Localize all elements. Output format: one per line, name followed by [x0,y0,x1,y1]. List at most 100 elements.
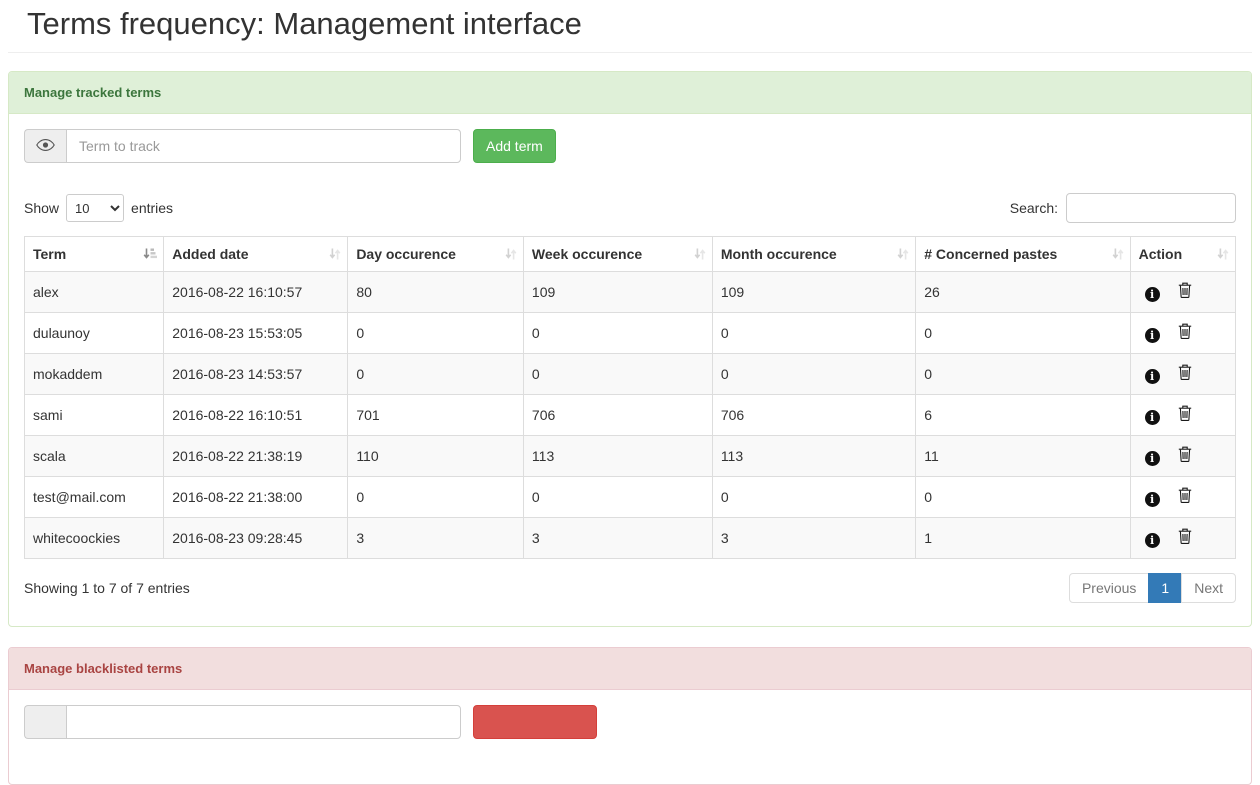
cell-added-date: 2016-08-23 15:53:05 [164,313,348,354]
tracked-terms-panel-body: Add term Show 10 entries Search: Term Add… [9,114,1251,626]
table-row: scala2016-08-22 21:38:1911011311311i [25,436,1236,477]
cell-term: mokaddem [25,354,164,395]
trash-icon [1178,326,1192,342]
delete-term-button[interactable] [1178,364,1192,380]
tracked-terms-panel-header: Manage tracked terms [9,72,1251,114]
show-term-info-button[interactable]: i [1145,369,1160,384]
pagination-previous[interactable]: Previous [1069,573,1149,603]
info-circle-icon: i [1145,451,1160,466]
show-term-info-button[interactable]: i [1145,492,1160,507]
delete-term-button[interactable] [1178,405,1192,421]
cell-term: dulaunoy [25,313,164,354]
cell-day-occurence: 80 [348,272,524,313]
info-circle-icon: i [1145,492,1160,507]
cell-day-occurence: 0 [348,477,524,518]
delete-term-button[interactable] [1178,487,1192,503]
pagination: Previous 1 Next [1069,573,1236,603]
trash-icon [1178,408,1192,424]
cell-month-occurence: 0 [712,313,915,354]
table-row: mokaddem2016-08-23 14:53:570000i [25,354,1236,395]
pagination-page-1[interactable]: 1 [1149,573,1182,603]
table-row: dulaunoy2016-08-23 15:53:050000i [25,313,1236,354]
delete-term-button[interactable] [1178,528,1192,544]
cell-concerned-pastes: 11 [916,436,1130,477]
column-header-label: Term [33,246,66,262]
column-header-week-occurence[interactable]: Week occurence [523,237,712,272]
cell-added-date: 2016-08-22 21:38:00 [164,477,348,518]
cell-actions: i [1130,272,1235,313]
entries-per-page-select[interactable]: 10 [66,194,124,222]
table-row: sami2016-08-22 16:10:517017067066i [25,395,1236,436]
cell-day-occurence: 3 [348,518,524,559]
cell-added-date: 2016-08-23 09:28:45 [164,518,348,559]
cell-day-occurence: 701 [348,395,524,436]
column-header-label: Week occurence [532,246,642,262]
cell-day-occurence: 110 [348,436,524,477]
cell-day-occurence: 0 [348,354,524,395]
pagination-next[interactable]: Next [1182,573,1236,603]
cell-term: test@mail.com [25,477,164,518]
blacklist-addon [24,705,66,739]
show-term-info-button[interactable]: i [1145,287,1160,302]
trash-icon [1178,367,1192,383]
cell-month-occurence: 109 [712,272,915,313]
cell-added-date: 2016-08-22 16:10:57 [164,272,348,313]
sort-both-icon [329,248,341,261]
show-term-info-button[interactable]: i [1145,533,1160,548]
column-header-label: Month occurence [721,246,837,262]
sort-both-icon [897,248,909,261]
cell-term: sami [25,395,164,436]
column-header-day-occurence[interactable]: Day occurence [348,237,524,272]
blacklist-term-button[interactable] [473,705,597,739]
table-row: whitecoockies2016-08-23 09:28:453331i [25,518,1236,559]
page-title: Terms frequency: Management interface [8,0,1252,52]
show-term-info-button[interactable]: i [1145,451,1160,466]
entries-length-control: Show 10 entries [24,194,173,222]
delete-term-button[interactable] [1178,323,1192,339]
term-to-track-input[interactable] [66,129,461,163]
cell-actions: i [1130,436,1235,477]
blacklist-term-form [24,705,1236,739]
cell-concerned-pastes: 0 [916,354,1130,395]
cell-week-occurence: 0 [523,313,712,354]
cell-week-occurence: 0 [523,354,712,395]
term-to-blacklist-input[interactable] [66,705,461,739]
show-label: Show [24,200,59,216]
column-header-month-occurence[interactable]: Month occurence [712,237,915,272]
info-circle-icon: i [1145,328,1160,343]
column-header-concerned-pastes[interactable]: # Concerned pastes [916,237,1130,272]
sort-both-icon [505,248,517,261]
blacklist-input-group [24,705,461,739]
delete-term-button[interactable] [1178,446,1192,462]
cell-actions: i [1130,313,1235,354]
cell-added-date: 2016-08-22 16:10:51 [164,395,348,436]
cell-month-occurence: 0 [712,477,915,518]
cell-week-occurence: 109 [523,272,712,313]
tracked-terms-panel-title: Manage tracked terms [24,85,161,100]
table-summary: Showing 1 to 7 of 7 entries [24,571,190,596]
add-term-button[interactable]: Add term [473,129,556,163]
cell-week-occurence: 113 [523,436,712,477]
cell-concerned-pastes: 1 [916,518,1130,559]
cell-term: scala [25,436,164,477]
term-input-group [24,129,461,163]
cell-concerned-pastes: 0 [916,477,1130,518]
column-header-added-date[interactable]: Added date [164,237,348,272]
column-header-label: Day occurence [356,246,456,262]
cell-concerned-pastes: 26 [916,272,1130,313]
sort-ascending-icon [143,248,157,261]
search-label: Search: [1010,200,1058,216]
trash-icon [1178,490,1192,506]
cell-month-occurence: 113 [712,436,915,477]
table-search-input[interactable] [1066,193,1236,223]
blacklisted-terms-panel-header: Manage blacklisted terms [9,648,1251,690]
show-term-info-button[interactable]: i [1145,328,1160,343]
show-term-info-button[interactable]: i [1145,410,1160,425]
column-header-term[interactable]: Term [25,237,164,272]
column-header-label: Added date [172,246,248,262]
column-header-action[interactable]: Action [1130,237,1235,272]
cell-month-occurence: 3 [712,518,915,559]
delete-term-button[interactable] [1178,282,1192,298]
table-search-control: Search: [1010,193,1236,223]
table-row: test@mail.com2016-08-22 21:38:000000i [25,477,1236,518]
